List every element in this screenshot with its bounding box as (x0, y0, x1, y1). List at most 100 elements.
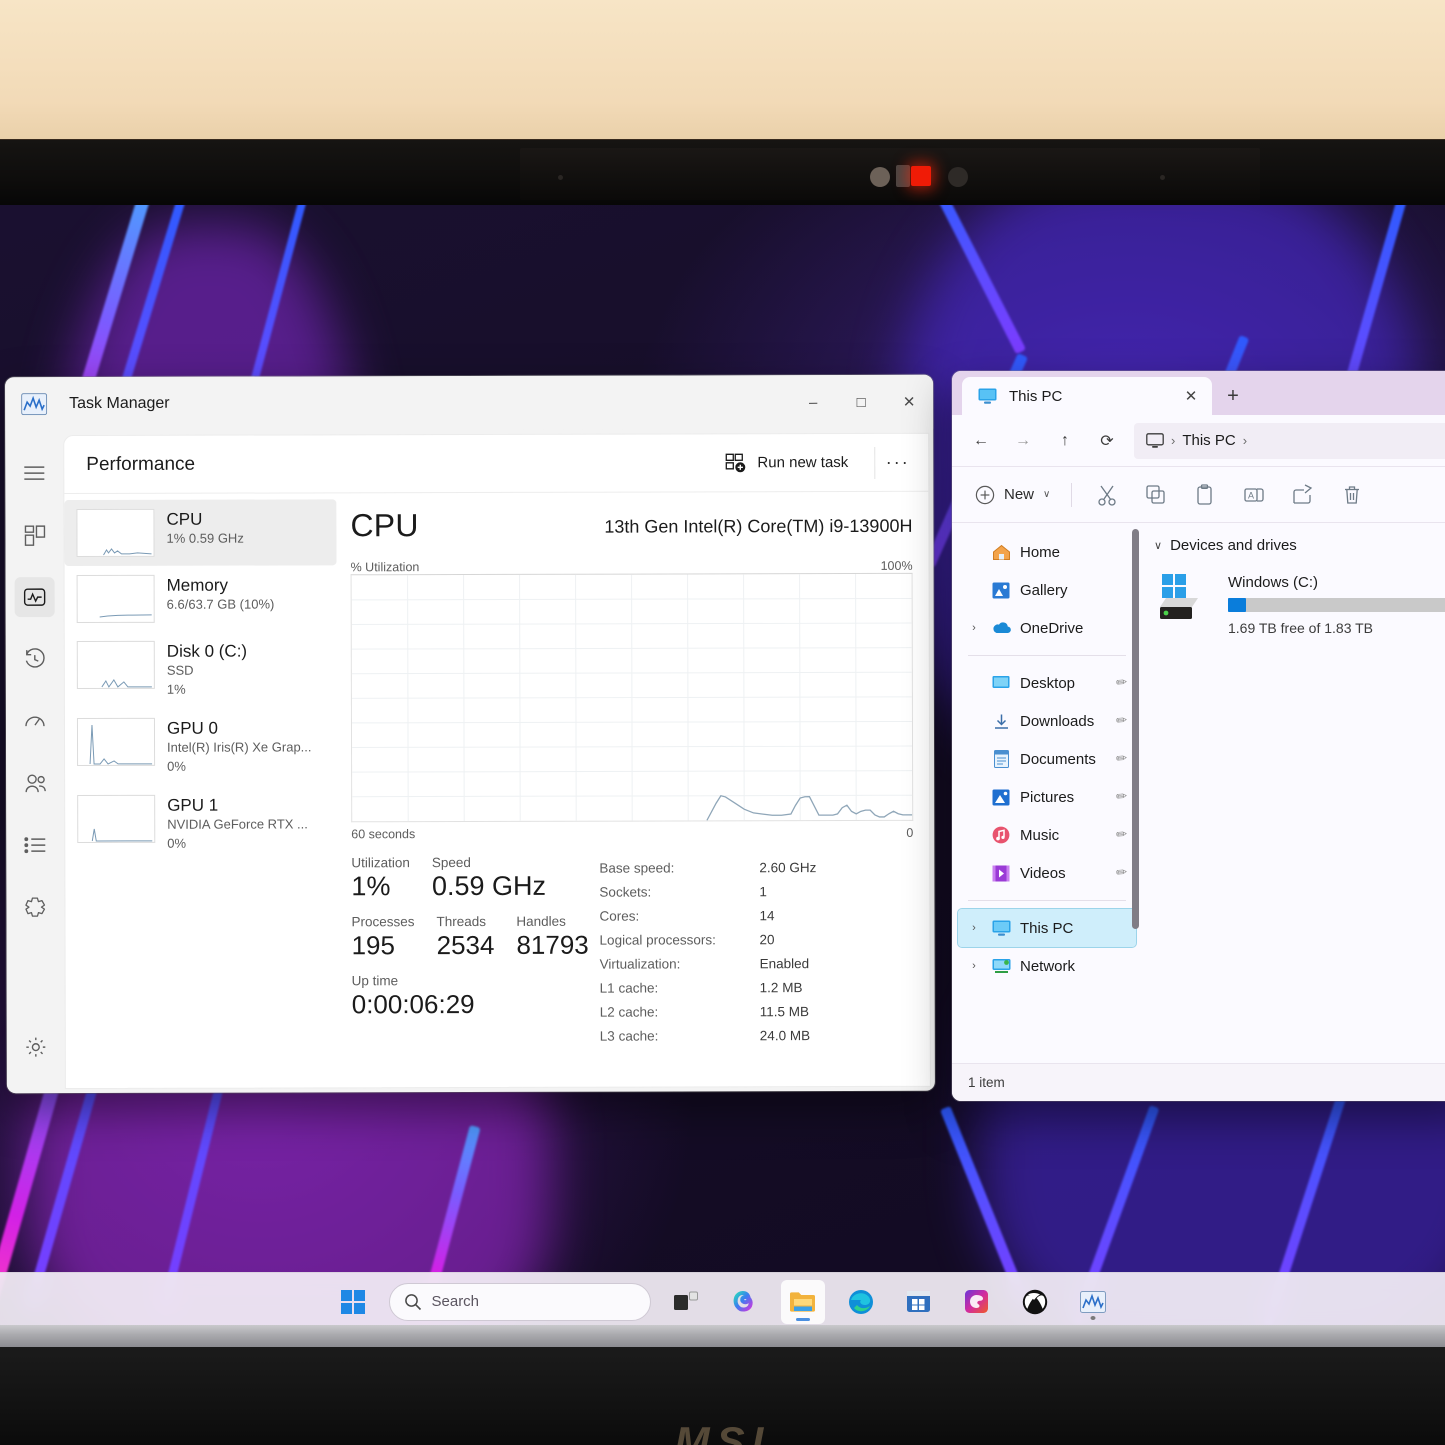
sidebar-item-services[interactable] (15, 887, 55, 927)
run-new-task-icon (725, 453, 746, 472)
list-item-disk0[interactable]: Disk 0 (C:) SSD 1% (65, 631, 337, 709)
sidebar-item-documents[interactable]: Documents ✐ (958, 740, 1136, 778)
task-manager-nav-rail[interactable] (5, 431, 65, 1094)
pin-icon[interactable]: ✐ (1111, 787, 1130, 806)
chevron-right-icon[interactable]: › (966, 922, 982, 934)
chevron-right-icon[interactable]: › (966, 960, 982, 972)
sidebar-item-label: This PC (1020, 919, 1074, 937)
up-button[interactable]: ↑ (1044, 423, 1086, 459)
new-button-label: New (1004, 486, 1035, 503)
sidebar-item-home[interactable]: Home (958, 533, 1136, 571)
file-explorer-sidebar[interactable]: Home Gallery › OneDrive Desktop ✐ Downlo… (952, 523, 1142, 1063)
pin-icon[interactable]: ✐ (1111, 673, 1130, 692)
file-explorer-button[interactable] (780, 1279, 825, 1324)
videos-icon (991, 863, 1011, 883)
new-button[interactable]: New ∨ (964, 478, 1061, 512)
cut-icon[interactable] (1082, 477, 1131, 513)
task-manager-button[interactable] (1071, 1280, 1115, 1324)
tab-this-pc[interactable]: This PC ✕ (962, 377, 1212, 415)
forward-button[interactable]: → (1002, 423, 1044, 459)
sidebar-item-this-pc[interactable]: › This PC (957, 908, 1137, 948)
close-button[interactable]: ✕ (885, 375, 933, 429)
sidebar-item-app-history[interactable] (15, 639, 55, 679)
back-button[interactable]: ← (960, 423, 1002, 459)
webcam-lens (870, 167, 890, 187)
list-item-memory[interactable]: Memory 6.6/63.7 GB (10%) (65, 565, 337, 632)
sidebar-item-onedrive[interactable]: › OneDrive (958, 609, 1136, 647)
sidebar-item-performance[interactable] (14, 577, 55, 618)
sidebar-item-music[interactable]: Music ✐ (958, 816, 1136, 854)
sidebar-item-gallery[interactable]: Gallery (958, 571, 1136, 609)
breadcrumb[interactable]: › This PC › (1134, 422, 1445, 459)
sidebar-item-desktop[interactable]: Desktop ✐ (958, 664, 1136, 702)
task-view-button[interactable] (665, 1280, 709, 1324)
microsoft-store-button[interactable] (897, 1280, 941, 1324)
pin-icon[interactable]: ✐ (1111, 711, 1130, 730)
resource-name: Memory (166, 575, 229, 595)
list-item-text: Disk 0 (C:) SSD 1% (167, 641, 247, 700)
pin-icon[interactable]: ✐ (1111, 749, 1130, 768)
breadcrumb-separator-end[interactable]: › (1243, 433, 1247, 448)
devices-and-drives-header[interactable]: ∨ Devices and drives (1154, 537, 1445, 554)
sidebar-item-menu[interactable] (14, 453, 54, 493)
sidebar-item-processes[interactable] (14, 515, 54, 555)
file-explorer-tabstrip[interactable]: This PC ✕ + (952, 371, 1445, 415)
search-input[interactable]: Search (388, 1282, 651, 1321)
breadcrumb-current[interactable]: This PC (1182, 432, 1235, 449)
tab-close-icon[interactable]: ✕ (1178, 383, 1204, 409)
paste-icon[interactable] (1180, 477, 1229, 513)
task-manager-titlebar[interactable]: Task Manager – □ ✕ (5, 374, 934, 432)
edge-button[interactable] (839, 1280, 883, 1324)
task-manager-title: Task Manager (69, 394, 170, 413)
details-list-icon (24, 837, 46, 854)
rename-icon[interactable]: A (1229, 477, 1278, 513)
header-actions: Run new task ··· (713, 444, 911, 481)
sidebar-item-pictures[interactable]: Pictures ✐ (958, 778, 1136, 816)
drive-capacity-bar (1228, 598, 1445, 612)
item-count: 1 item (968, 1075, 1005, 1090)
drive-item-windows-c[interactable]: Windows (C:) 1.69 TB free of 1.83 TB (1154, 568, 1445, 642)
copy-icon[interactable] (1131, 477, 1180, 513)
sidebar-scrollbar[interactable] (1132, 529, 1139, 929)
xbox-button[interactable] (1013, 1280, 1057, 1324)
run-new-task-button[interactable]: Run new task (713, 444, 860, 480)
pin-icon[interactable]: ✐ (1111, 863, 1130, 882)
new-tab-button[interactable]: + (1212, 377, 1254, 415)
info-value: 2.60 GHz (759, 860, 817, 876)
sidebar-item-network[interactable]: › Network (958, 947, 1136, 985)
page-title: Performance (86, 453, 196, 475)
file-list-pane[interactable]: ∨ Devices and drives Windows (C:) 1.69 T… (1142, 523, 1445, 1063)
sidebar-item-startup-apps[interactable] (15, 701, 55, 741)
list-item-cpu[interactable]: CPU 1% 0.59 GHz (64, 499, 337, 567)
sidebar-item-videos[interactable]: Videos ✐ (958, 854, 1136, 892)
drive-info: Windows (C:) 1.69 TB free of 1.83 TB (1228, 574, 1445, 636)
start-button[interactable] (331, 1280, 375, 1324)
resource-list[interactable]: CPU 1% 0.59 GHz Memory 6.6/63.7 GB (10%)… (64, 493, 338, 1088)
sidebar-item-settings[interactable] (16, 1027, 56, 1067)
sidebar-item-users[interactable] (15, 763, 55, 803)
list-item-gpu1[interactable]: GPU 1 NVIDIA GeForce RTX ... 0% (65, 785, 337, 863)
windows-taskbar[interactable]: Search (0, 1272, 1445, 1330)
copilot-button[interactable] (723, 1280, 767, 1324)
photos-button[interactable] (955, 1280, 999, 1324)
share-icon[interactable] (1278, 477, 1327, 513)
info-row: L2 cache: 11.5 MB (600, 1000, 914, 1025)
list-item-gpu0[interactable]: GPU 0 Intel(R) Iris(R) Xe Grap... 0% (65, 708, 337, 786)
minimize-button[interactable]: – (789, 375, 837, 429)
pin-icon[interactable]: ✐ (1111, 825, 1130, 844)
refresh-button[interactable]: ⟳ (1086, 423, 1128, 459)
maximize-button[interactable]: □ (837, 375, 885, 429)
delete-icon[interactable] (1327, 477, 1376, 513)
file-explorer-main: Home Gallery › OneDrive Desktop ✐ Downlo… (952, 523, 1445, 1063)
resource-sub2: 0% (167, 835, 187, 851)
webcam-housing (520, 148, 1260, 200)
file-explorer-window[interactable]: This PC ✕ + ← → ↑ ⟳ › This PC › New ∨ A … (952, 371, 1445, 1101)
sidebar-item-downloads[interactable]: Downloads ✐ (958, 702, 1136, 740)
chevron-right-icon[interactable]: › (966, 622, 982, 634)
microsoft-store-icon (907, 1291, 930, 1312)
task-manager-window[interactable]: Task Manager – □ ✕ Performance Run new t… (5, 374, 935, 1094)
more-options-button[interactable]: ··· (874, 446, 911, 479)
sidebar-item-details[interactable] (15, 825, 55, 865)
chevron-down-icon[interactable]: ∨ (1154, 539, 1162, 552)
cpu-thumbnail-graph (76, 508, 155, 558)
